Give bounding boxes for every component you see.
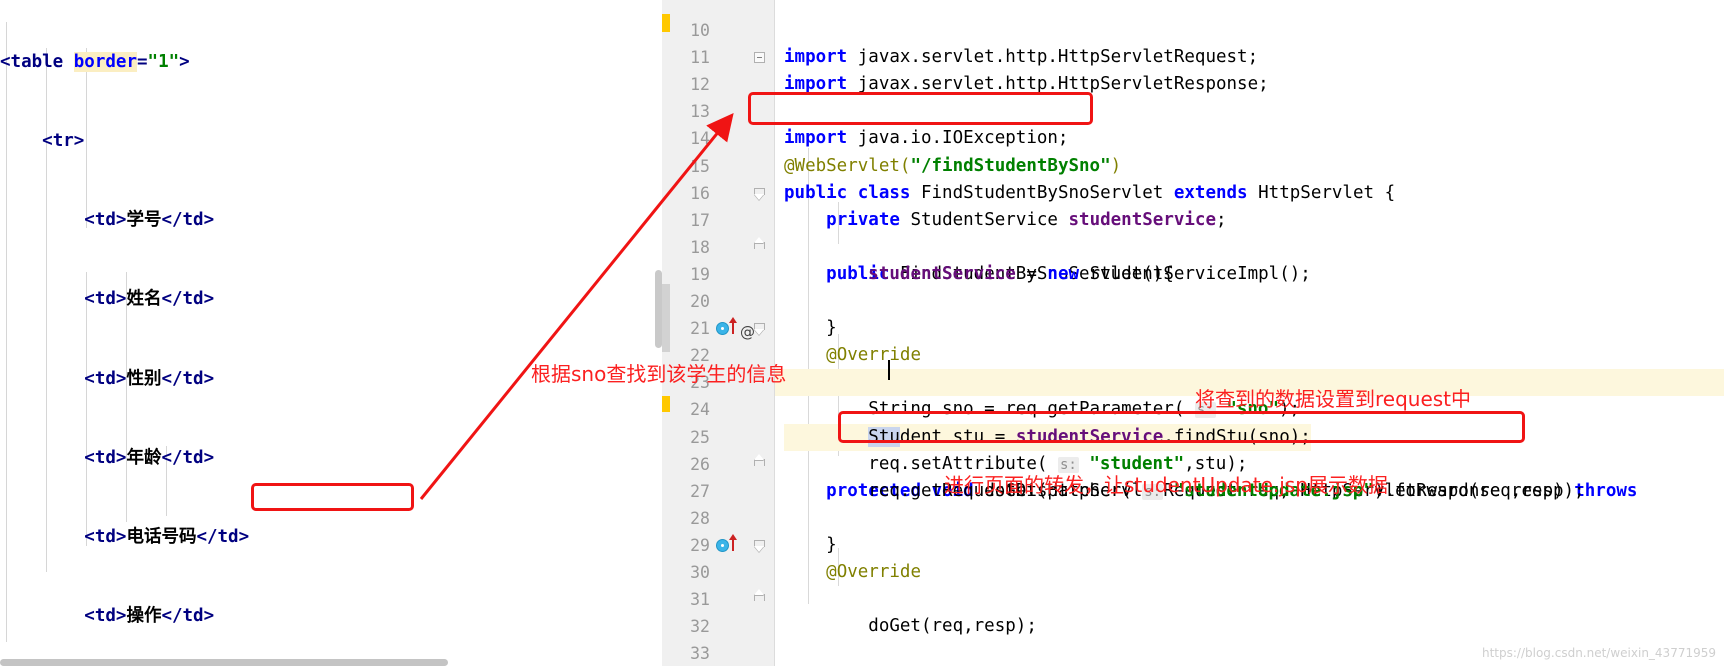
vertical-scrollbar-left[interactable] bbox=[655, 270, 662, 348]
code-text[interactable]: studentService = new StudentServiceImpl(… bbox=[784, 261, 1311, 288]
code-text[interactable]: import java.io.IOException; bbox=[784, 125, 1068, 152]
jsp-code-lines[interactable]: <table border="1"> <tr> <td>学号</td> <td>… bbox=[0, 0, 662, 666]
code-line[interactable]: <tr> bbox=[0, 128, 662, 154]
fold-region-end-icon[interactable] bbox=[754, 241, 765, 253]
fold-region-icon[interactable] bbox=[754, 539, 765, 551]
line-number: 33 bbox=[690, 644, 710, 664]
horizontal-scrollbar[interactable] bbox=[0, 659, 448, 666]
code-text[interactable]: doGet(req,resp); bbox=[784, 613, 1037, 640]
code-text[interactable]: private StudentService studentService; bbox=[784, 207, 1226, 234]
fold-collapse-icon[interactable] bbox=[754, 52, 765, 64]
code-line[interactable]: <td>年龄</td> bbox=[0, 445, 662, 471]
code-row[interactable]: 29 @Override bbox=[662, 505, 1724, 582]
code-text[interactable]: import javax.servlet.http.HttpServletReq… bbox=[784, 44, 1258, 71]
watermark: https://blog.csdn.net/weixin_43771959 bbox=[1481, 646, 1716, 660]
text-caret bbox=[888, 360, 890, 380]
override-indicator-icon[interactable] bbox=[716, 322, 729, 336]
code-row[interactable]: 14 @WebServlet("/findStudentBySno") bbox=[662, 98, 1724, 175]
fold-region-icon[interactable] bbox=[754, 323, 765, 334]
java-code-lines[interactable]: 10 import javax.servlet.http.HttpServlet… bbox=[662, 0, 1724, 663]
code-line[interactable]: <td>姓名</td> bbox=[0, 286, 662, 312]
code-row[interactable]: 32 } bbox=[662, 586, 1724, 636]
code-text[interactable]: @Override bbox=[784, 559, 921, 586]
code-line[interactable]: <td>操作</td> bbox=[0, 603, 662, 629]
code-text[interactable]: } bbox=[784, 315, 837, 342]
code-text[interactable]: Student stu = studentService.findStu(sno… bbox=[784, 423, 1311, 451]
code-line[interactable]: <td>学号</td> bbox=[0, 207, 662, 233]
code-row[interactable]: 10 import javax.servlet.http.HttpServlet… bbox=[662, 0, 1724, 67]
fold-region-icon[interactable] bbox=[754, 187, 765, 199]
jsp-source-editor[interactable]: <table border="1"> <tr> <td>学号</td> <td>… bbox=[0, 0, 662, 666]
code-text[interactable]: import javax.servlet.http.HttpServletRes… bbox=[784, 71, 1269, 98]
fold-region-end-icon[interactable] bbox=[754, 594, 765, 605]
code-line[interactable]: <td>电话号码</td> bbox=[0, 524, 662, 550]
fold-region-end-icon[interactable] bbox=[754, 458, 765, 470]
note-forward: 进行页面的转发，让studentUpdate.jsp展示数据 bbox=[944, 473, 1388, 497]
screenshot-root: <table border="1"> <tr> <td>学号</td> <td>… bbox=[0, 0, 1724, 666]
code-row[interactable]: 19 } bbox=[662, 234, 1724, 338]
implements-arrow-icon[interactable] bbox=[729, 533, 737, 551]
code-text[interactable]: @WebServlet("/findStudentBySno") bbox=[784, 153, 1121, 180]
code-text[interactable]: @Override bbox=[784, 342, 921, 369]
code-row[interactable]: 21 @Override bbox=[662, 288, 1724, 365]
note-set-to-request: 将查到的数据设置到request中 bbox=[1195, 387, 1472, 411]
override-indicator-icon[interactable] bbox=[716, 538, 729, 552]
code-line[interactable]: <table border="1"> bbox=[0, 49, 662, 75]
code-row-highlighted[interactable]: 24 Student stu = studentService.findStu(… bbox=[662, 369, 1724, 451]
note-find-by-sno: 根据sno查找到该学生的信息 bbox=[531, 362, 787, 386]
java-servlet-editor[interactable]: 10 import javax.servlet.http.HttpServlet… bbox=[662, 0, 1724, 666]
code-text[interactable]: } bbox=[784, 532, 837, 559]
code-row[interactable]: 11 import javax.servlet.http.HttpServlet… bbox=[662, 17, 1724, 94]
implements-arrow-icon[interactable] bbox=[729, 317, 737, 335]
code-text[interactable]: public class FindStudentBySnoServlet ext… bbox=[784, 180, 1395, 207]
